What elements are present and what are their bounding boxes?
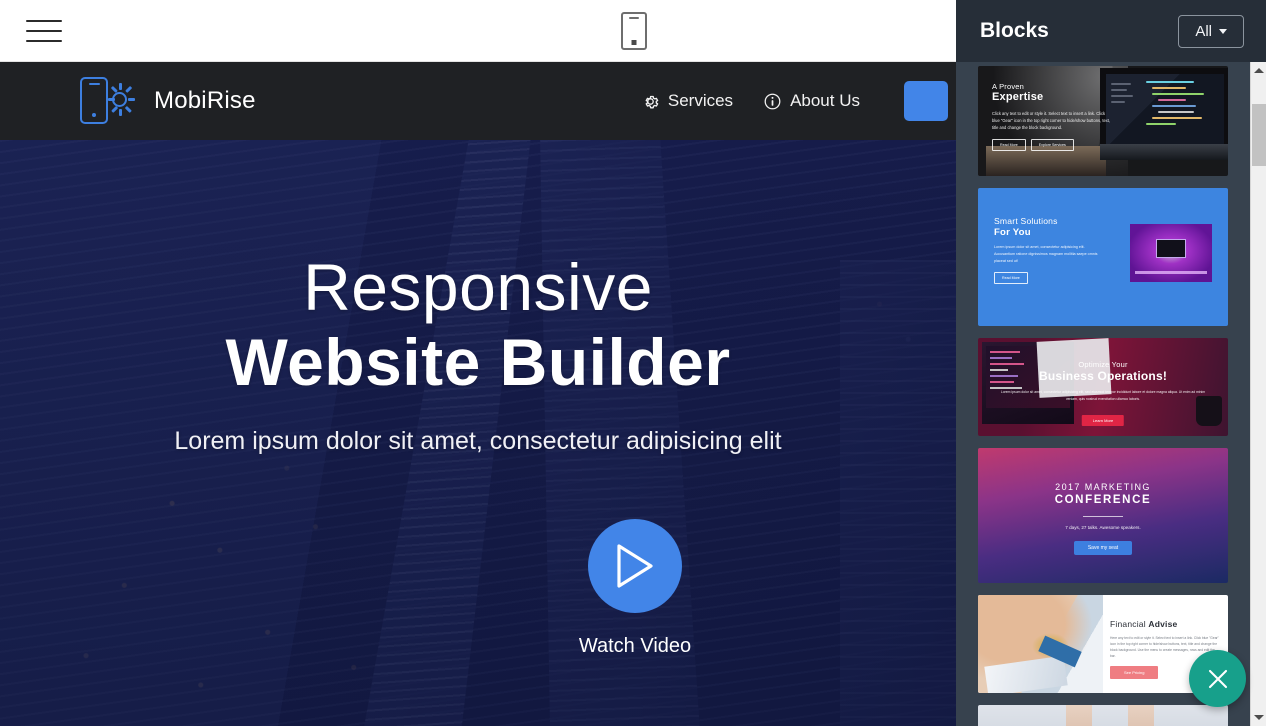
laptop-base — [1100, 144, 1228, 160]
hero-title-line1: Responsive — [303, 250, 653, 324]
logo-ray — [128, 98, 135, 101]
hero-title: Responsive Website Builder — [0, 252, 956, 397]
block-heading-strong: Advise — [1148, 619, 1178, 629]
phone-speaker — [629, 17, 639, 19]
laptop-screen — [1106, 74, 1224, 150]
block-kicker: A Proven — [992, 82, 1025, 91]
block-button: Read More — [992, 138, 1026, 151]
block-button: Save my seat — [1073, 540, 1133, 555]
block-heading: CONFERENCE — [1054, 494, 1152, 507]
filter-label: All — [1195, 22, 1212, 40]
block-heading: Expertise — [992, 91, 1044, 104]
photo-monitor — [1156, 239, 1186, 259]
app-toolbar — [0, 0, 956, 62]
logo-ray — [125, 85, 132, 93]
block-body: Lorem ipsum dolor sit amet, consectetur … — [994, 244, 1098, 263]
block-thumbnail-next-partial[interactable] — [978, 705, 1228, 726]
block-kicker: Financial — [1110, 619, 1146, 629]
blocks-scrollbar[interactable] — [1250, 62, 1266, 726]
site-nav-links: Services About Us — [641, 81, 956, 121]
block-heading: Business Operations! — [1038, 369, 1168, 384]
block-body: Click any text to edit or style it. Sele… — [992, 111, 1111, 131]
logo-ray — [111, 85, 118, 93]
mobile-phone-icon[interactable] — [621, 12, 647, 50]
play-button[interactable] — [588, 519, 682, 613]
block-button: Read More — [994, 271, 1028, 284]
scrollbar-thumb[interactable] — [1252, 104, 1266, 166]
site-preview-canvas: MobiRise Services About Us Responsive We… — [0, 62, 956, 726]
block-text: A Proven Expertise Click any text to edi… — [992, 82, 1112, 151]
nav-item-about-us[interactable]: About Us — [763, 91, 860, 111]
hamburger-bar — [26, 30, 62, 32]
block-text: Optimize Your Business Operations! Lorem… — [978, 360, 1228, 402]
hero-subtitle: Lorem ipsum dolor sit amet, consectetur … — [174, 427, 782, 456]
hamburger-bar — [26, 40, 62, 42]
blocks-filter-dropdown[interactable]: All — [1178, 14, 1244, 48]
nav-label-services: Services — [667, 91, 734, 110]
divider — [1083, 515, 1123, 517]
photo-shirt-cuff — [984, 655, 1068, 693]
phone-sun-logo-icon — [78, 75, 142, 127]
block-photo-laptop — [1100, 68, 1228, 160]
hamburger-menu-icon[interactable] — [26, 14, 62, 48]
nav-label-about-us: About Us — [790, 91, 860, 110]
blocks-panel: Blocks All A Proven Expertise Click any … — [956, 0, 1266, 726]
logo-phone-shape — [80, 77, 108, 124]
blocks-list[interactable]: A Proven Expertise Click any text to edi… — [956, 62, 1250, 726]
block-thumbnail-business-operations[interactable]: Optimize Your Business Operations! Lorem… — [978, 338, 1228, 436]
hero-section: Responsive Website Builder Lorem ipsum d… — [0, 140, 956, 726]
chevron-down-icon — [1219, 28, 1227, 34]
brand-name: MobiRise — [154, 87, 256, 114]
watch-video-control[interactable]: Watch Video — [0, 519, 956, 658]
gear-icon — [645, 95, 659, 109]
hamburger-bar — [26, 20, 62, 22]
close-panel-fab[interactable] — [1189, 650, 1246, 707]
watch-video-label: Watch Video — [578, 635, 692, 657]
nav-cta-button[interactable] — [904, 81, 948, 121]
site-navbar: MobiRise Services About Us — [0, 62, 956, 140]
logo-ray — [119, 109, 122, 116]
block-button: Learn More — [1081, 415, 1125, 426]
phone-home-button — [631, 40, 637, 45]
block-heading: Financial Advise — [1110, 619, 1220, 630]
block-button: Explore Services — [1030, 138, 1074, 151]
block-body: 7 days, 27 talks. Awesome speakers. — [1065, 524, 1141, 530]
block-thumbnail-smart-solutions[interactable]: Smart Solutions For You Lorem ipsum dolo… — [978, 188, 1228, 326]
photo-desk-light — [1134, 270, 1208, 274]
block-kicker: 2017 MARKETING — [1055, 482, 1151, 492]
block-thumbnail-marketing-conference[interactable]: 2017 MARKETING CONFERENCE 7 days, 27 tal… — [978, 448, 1228, 583]
nav-item-services[interactable]: Services — [641, 91, 733, 111]
block-photo-gaming-setup — [1130, 224, 1212, 282]
logo-ray — [125, 105, 132, 113]
scroll-down-arrow-icon[interactable] — [1251, 709, 1266, 726]
panel-title: Blocks — [980, 19, 1049, 42]
photo-leg — [1066, 705, 1092, 726]
block-buttons: Read More — [994, 271, 1104, 284]
block-button: See Pricing — [1110, 666, 1159, 679]
block-kicker: Optimize Your — [1078, 360, 1128, 369]
block-thumbnail-a-proven-expertise[interactable]: A Proven Expertise Click any text to edi… — [978, 66, 1228, 176]
hero-title-line2: Website Builder — [225, 324, 731, 399]
logo-ray — [119, 83, 122, 90]
blocks-panel-header: Blocks All — [956, 0, 1266, 62]
block-text: Smart Solutions For You Lorem ipsum dolo… — [994, 216, 1104, 284]
info-circle-icon — [764, 93, 781, 109]
block-photo-hand-watch — [978, 595, 1103, 693]
block-buttons: Read More Explore Services — [992, 138, 1112, 151]
photo-leg — [1128, 705, 1154, 726]
scroll-up-arrow-icon[interactable] — [1251, 62, 1266, 79]
block-body: Lorem ipsum dolor sit amet, consectetur … — [1000, 390, 1206, 401]
brand-logo[interactable]: MobiRise — [78, 75, 256, 127]
close-x-icon — [1208, 669, 1227, 688]
block-heading: For You — [994, 226, 1031, 238]
logo-ray — [108, 98, 115, 101]
logo-ray — [111, 105, 118, 113]
play-triangle-icon — [617, 544, 653, 588]
block-text: 2017 MARKETING CONFERENCE 7 days, 27 tal… — [978, 482, 1228, 555]
block-kicker: Smart Solutions — [994, 216, 1058, 226]
